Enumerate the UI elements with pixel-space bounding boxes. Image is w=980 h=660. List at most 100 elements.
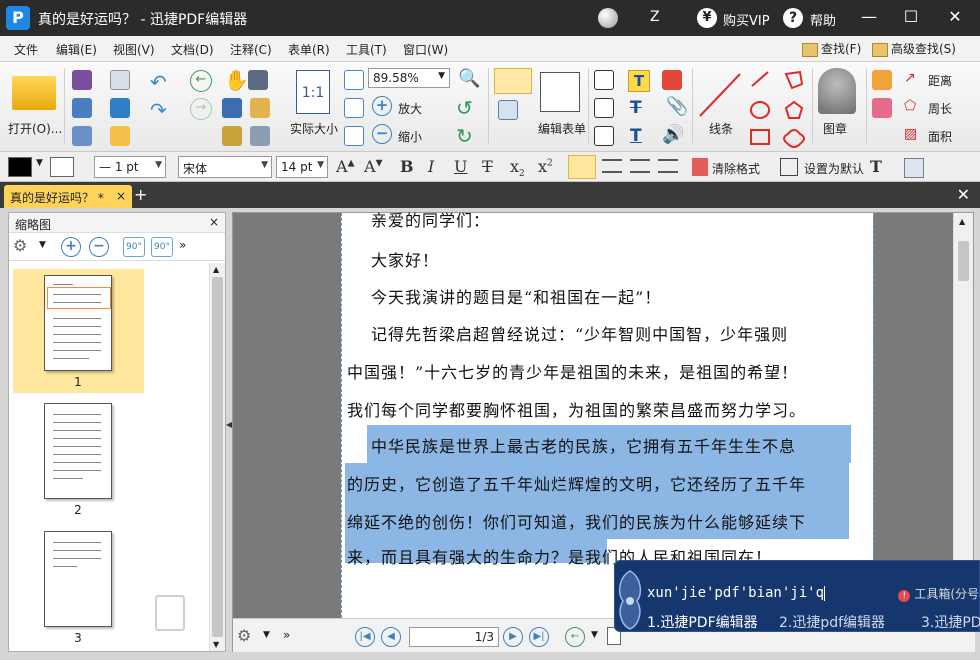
ime-candidate-3[interactable]: 3.迅捷PD bbox=[921, 612, 980, 632]
email-icon[interactable] bbox=[110, 70, 130, 90]
chevron-down-icon[interactable]: ▼ bbox=[39, 240, 46, 250]
document-line[interactable]: 记得先哲梁启超曾经说过：“少年智则中国智，少年强则 bbox=[371, 321, 788, 345]
menu-file[interactable]: 文件 bbox=[14, 41, 38, 58]
font-size-select[interactable]: 14 pt ▼ bbox=[276, 156, 328, 178]
shrink-thumbnail-icon[interactable]: − bbox=[89, 237, 109, 257]
edit-form-button[interactable]: 编辑表单 bbox=[538, 120, 586, 137]
undo-icon[interactable]: ↶ bbox=[150, 70, 167, 94]
scan-icon[interactable] bbox=[110, 98, 130, 118]
scrollbar-thumb[interactable] bbox=[212, 277, 223, 637]
typewriter-icon[interactable]: T bbox=[628, 70, 650, 92]
perimeter-button[interactable]: 周长 bbox=[928, 100, 952, 117]
menu-tools[interactable]: 工具(T) bbox=[346, 41, 387, 58]
chevron-down-icon[interactable]: ▼ bbox=[36, 158, 43, 168]
text-field-icon[interactable] bbox=[594, 70, 614, 90]
decrease-font-icon[interactable]: A▼ bbox=[364, 157, 382, 176]
document-line[interactable]: 我们每个同学都要胸怀祖国，为祖国的繁荣昌盛而努力学习。 bbox=[347, 397, 806, 421]
document-line[interactable]: 绵延不绝的创伤！你们可知道，我们的民族为什么能够延续下 bbox=[347, 509, 806, 533]
hand-icon[interactable]: ✋ bbox=[224, 68, 249, 92]
distance-icon[interactable]: ↗ bbox=[904, 70, 916, 86]
perimeter-icon[interactable]: ⬠ bbox=[904, 98, 916, 114]
area-button[interactable]: 面积 bbox=[928, 128, 952, 145]
actual-size-button[interactable]: 实际大小 bbox=[290, 120, 338, 137]
document-scrollbar[interactable]: ▲ bbox=[953, 213, 973, 618]
fit-height-icon[interactable] bbox=[344, 126, 364, 146]
open-button[interactable]: 打开(O)... bbox=[8, 120, 62, 137]
line-icon[interactable] bbox=[696, 70, 744, 120]
fit-page-icon[interactable]: 1:1 bbox=[296, 70, 330, 114]
redo-icon[interactable]: ↷ bbox=[150, 98, 167, 122]
magnifier-icon[interactable]: 🔍 bbox=[458, 68, 480, 89]
ime-toolbox[interactable]: ! 工具箱(分号 bbox=[898, 585, 979, 602]
document-line[interactable]: 的历史，它创造了五千年灿烂辉煌的文明，它还经历了五千年 bbox=[347, 471, 806, 495]
align-center-icon[interactable] bbox=[602, 159, 622, 173]
back-icon[interactable]: ← bbox=[190, 70, 212, 92]
enlarge-thumbnail-icon[interactable]: + bbox=[61, 237, 81, 257]
note-icon[interactable] bbox=[662, 70, 682, 90]
skin-icon[interactable] bbox=[598, 8, 618, 28]
document-line[interactable]: 亲爱的同学们： bbox=[371, 207, 490, 231]
menu-document[interactable]: 文档(D) bbox=[171, 41, 214, 58]
scroll-down-icon[interactable]: ▼ bbox=[213, 640, 219, 649]
line-width-select[interactable]: — 1 pt ▼ bbox=[94, 156, 166, 178]
fit-visible-icon[interactable] bbox=[344, 98, 364, 118]
yen-icon[interactable]: ¥ bbox=[697, 8, 717, 28]
sound-icon[interactable]: 🔊 bbox=[662, 124, 684, 145]
pencil-icon[interactable] bbox=[872, 70, 892, 90]
paste-icon[interactable] bbox=[250, 98, 270, 118]
close-all-icon[interactable]: ✕ bbox=[957, 185, 970, 204]
edit-text-icon[interactable] bbox=[494, 68, 532, 94]
select-area-icon[interactable] bbox=[222, 126, 242, 146]
menu-window[interactable]: 窗口(W) bbox=[403, 41, 448, 58]
text-properties-icon[interactable]: T bbox=[870, 157, 882, 176]
clear-format-button[interactable]: 清除格式 bbox=[712, 160, 760, 177]
text-box-icon[interactable] bbox=[594, 98, 614, 118]
document-line[interactable]: 大家好！ bbox=[371, 247, 439, 271]
page-tools-icon[interactable] bbox=[250, 126, 270, 146]
forward-icon[interactable]: → bbox=[190, 98, 212, 120]
save-icon[interactable] bbox=[72, 70, 92, 90]
close-tab-icon[interactable]: × bbox=[116, 189, 126, 203]
stamp-icon[interactable] bbox=[818, 68, 856, 114]
justify-icon[interactable] bbox=[658, 159, 678, 173]
menu-edit[interactable]: 编辑(E) bbox=[56, 41, 97, 58]
ime-candidate-1[interactable]: 1.迅捷PDF编辑器 bbox=[647, 612, 758, 632]
folder-icon[interactable] bbox=[12, 76, 56, 110]
new-tab-icon[interactable]: + bbox=[134, 185, 147, 204]
document-line[interactable]: 中国强！”十六七岁的青少年是祖国的未来，是祖国的希望！ bbox=[347, 359, 798, 383]
menu-form[interactable]: 表单(R) bbox=[288, 41, 330, 58]
gear-icon[interactable]: ⚙ bbox=[13, 236, 27, 255]
align-left-icon[interactable] bbox=[568, 155, 596, 179]
area-icon[interactable]: ▨ bbox=[904, 126, 917, 142]
underline-text-icon[interactable]: T bbox=[630, 126, 642, 146]
close-panel-icon[interactable]: × bbox=[209, 215, 219, 229]
menu-comment[interactable]: 注释(C) bbox=[230, 41, 272, 58]
thumbnail-page-1[interactable]: 1 bbox=[14, 275, 142, 389]
eraser-icon[interactable] bbox=[872, 98, 892, 118]
scroll-up-icon[interactable]: ▲ bbox=[213, 265, 219, 274]
zoom-out-icon[interactable]: − bbox=[372, 124, 392, 144]
properties-icon[interactable] bbox=[904, 158, 924, 178]
more-icon[interactable]: » bbox=[283, 628, 290, 642]
select-text-icon[interactable] bbox=[222, 98, 242, 118]
thumbnail-page-2[interactable]: 2 bbox=[14, 403, 142, 517]
stamp-button[interactable]: 图章 bbox=[823, 120, 847, 137]
set-default-button[interactable]: 设置为默认 bbox=[804, 160, 864, 177]
italic-icon[interactable]: I bbox=[428, 157, 434, 176]
gear-icon[interactable]: ⚙ bbox=[237, 626, 251, 645]
document-tab[interactable]: 真的是好运吗？ * × bbox=[4, 185, 132, 208]
zoom-in-button[interactable]: 放大 bbox=[398, 100, 422, 117]
stroke-color-swatch[interactable] bbox=[50, 157, 74, 177]
menu-view[interactable]: 视图(V) bbox=[113, 41, 155, 58]
edit-object-icon[interactable] bbox=[498, 100, 518, 120]
more-icon[interactable]: » bbox=[179, 238, 186, 252]
print-icon[interactable] bbox=[72, 98, 92, 118]
strikethrough-icon[interactable]: T bbox=[482, 157, 493, 176]
help-icon[interactable]: ? bbox=[783, 8, 803, 28]
strikeout-icon[interactable]: T bbox=[630, 98, 642, 118]
page-number-input[interactable]: 1/3 bbox=[409, 627, 499, 647]
chevron-down-icon[interactable]: ▼ bbox=[263, 630, 270, 640]
last-page-icon[interactable]: ▶| bbox=[529, 627, 549, 647]
thumbnail-page-3[interactable]: 3 bbox=[14, 531, 142, 645]
previous-page-icon[interactable]: ◀ bbox=[381, 627, 401, 647]
